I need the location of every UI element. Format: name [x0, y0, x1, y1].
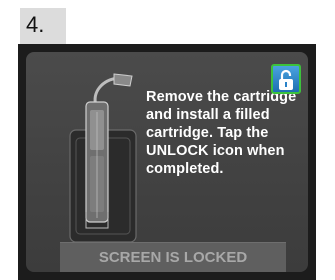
unlock-button[interactable] — [271, 64, 301, 94]
step-number: 4. — [20, 8, 66, 44]
device-screen: Remove the cartridge and install a fille… — [18, 44, 316, 280]
instruction-panel: 4. Remove the cartridge and install a fi… — [0, 0, 335, 280]
unlocked-padlock-icon — [279, 69, 293, 90]
instruction-text: Remove the cartridge and install a fille… — [146, 89, 297, 177]
insulin-pump-illustration — [69, 73, 137, 243]
screen-display: Remove the cartridge and install a fille… — [26, 52, 308, 272]
screen-locked-status: SCREEN IS LOCKED — [60, 242, 286, 272]
